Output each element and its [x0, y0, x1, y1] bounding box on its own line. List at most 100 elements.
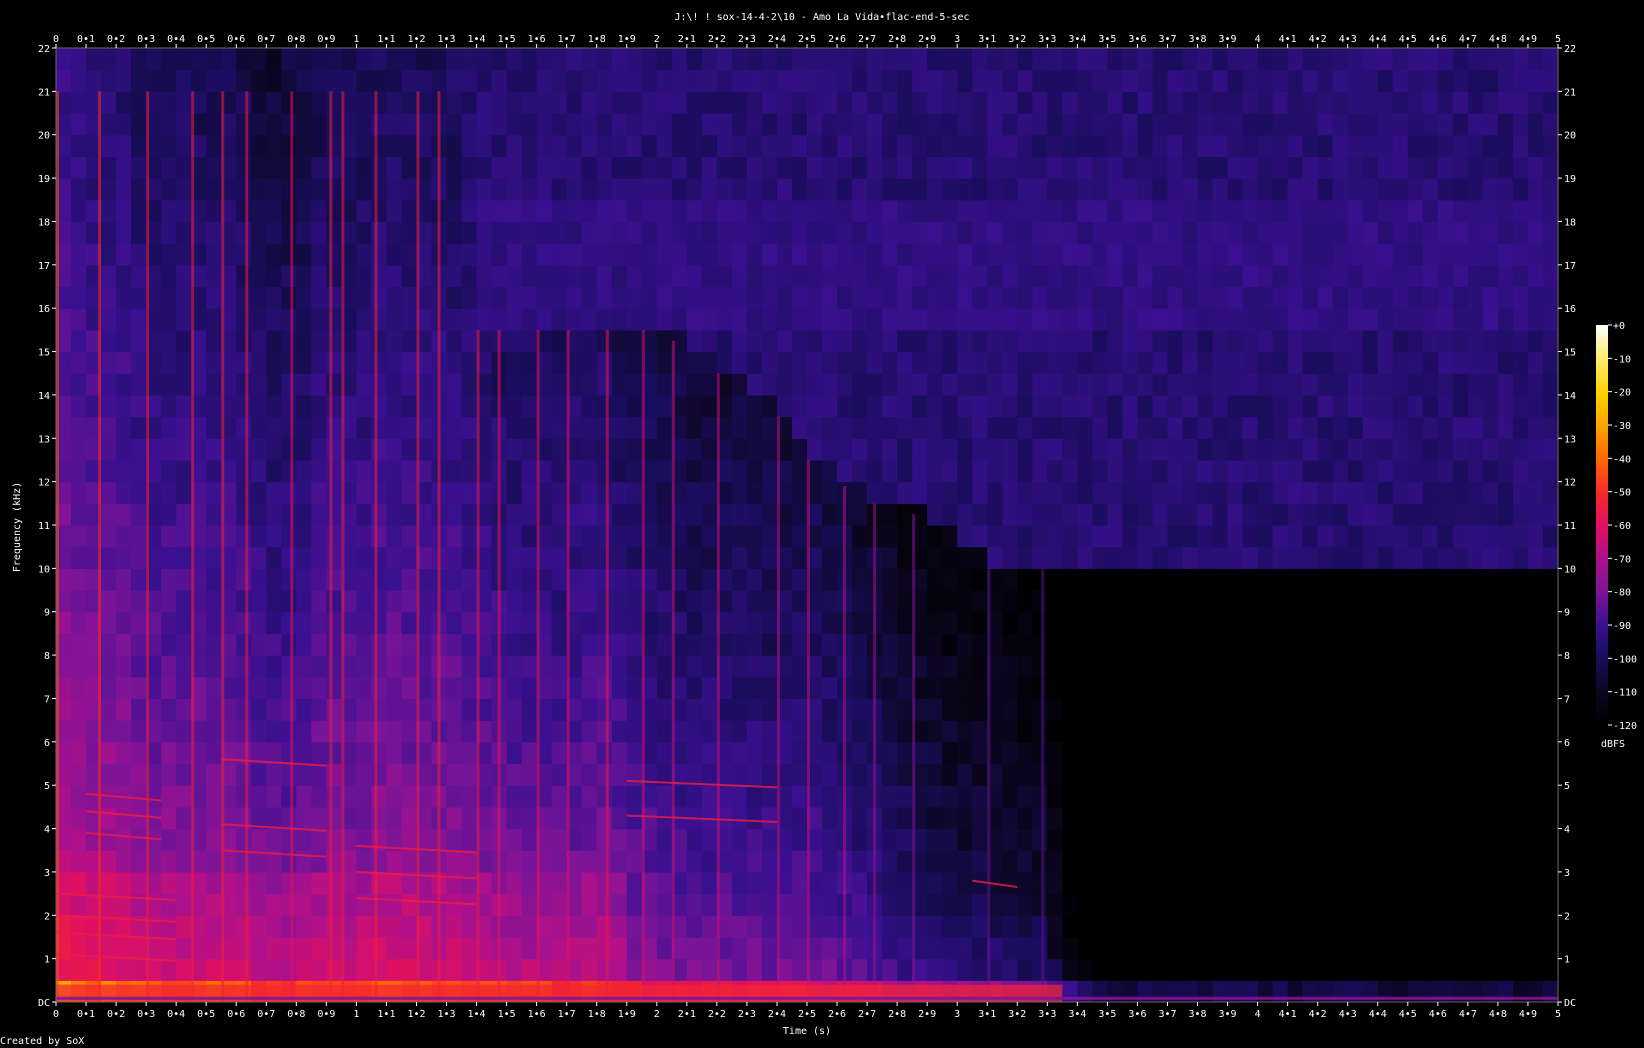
heat-cell: [176, 568, 192, 591]
heat-cell: [581, 69, 598, 92]
heat-cell: [1392, 611, 1409, 635]
heat-cell: [551, 69, 568, 92]
heat-cell: [1317, 741, 1334, 765]
heat-cell: [251, 958, 267, 981]
heat-cell: [897, 394, 913, 418]
heat-cell: [927, 893, 943, 916]
heat-cell: [1122, 741, 1139, 765]
heat-cell: [1347, 525, 1364, 548]
heat-cell: [176, 958, 192, 981]
heat-cell: [116, 178, 132, 201]
heat-cell: [281, 525, 297, 548]
heat-cell: [1422, 741, 1439, 765]
heat-cell: [71, 546, 87, 569]
heat-cell: [356, 264, 373, 288]
heat-cell: [311, 893, 327, 916]
heat-cell: [476, 69, 493, 92]
heat-cell: [1392, 915, 1409, 938]
heat-cell: [972, 655, 988, 678]
heat-cell: [731, 525, 748, 548]
heat-cell: [251, 611, 267, 635]
heat-cell: [581, 286, 598, 309]
heat-cell: [446, 893, 463, 916]
heat-cell: [656, 416, 673, 439]
heat-cell: [1362, 828, 1379, 851]
heat-cell: [1257, 720, 1274, 743]
heat-cell: [1227, 394, 1244, 418]
x-tick-label: 3•6: [1128, 34, 1146, 45]
heat-cell: [581, 785, 598, 808]
heat-cell: [1332, 590, 1349, 613]
heat-cell: [386, 178, 403, 201]
heat-cell: [972, 69, 988, 92]
heat-cell: [927, 806, 943, 830]
heat-cell: [867, 481, 883, 504]
heat-cell: [1542, 915, 1558, 938]
heat-cell: [927, 199, 943, 223]
heat-cell: [822, 221, 838, 244]
heat-cell: [1257, 199, 1274, 223]
heat-cell: [281, 91, 297, 114]
heat-cell: [236, 936, 252, 960]
heat-cell: [1257, 243, 1274, 266]
x-tick-label: 0•6: [227, 1009, 245, 1020]
heat-cell: [746, 720, 763, 743]
heat-cell: [1482, 156, 1499, 179]
heat-cell: [551, 915, 568, 938]
heat-cell: [701, 91, 718, 114]
heat-cell: [161, 936, 177, 960]
heat-cell: [296, 525, 312, 548]
heat-cell: [566, 69, 583, 92]
heat-cell: [86, 48, 102, 71]
heat-cell: [822, 915, 838, 938]
heat-cell: [236, 481, 252, 504]
heat-cell: [1062, 91, 1078, 114]
heat-cell: [311, 481, 327, 504]
heat-cell: [686, 741, 703, 765]
heat-cell: [1257, 590, 1274, 613]
heat-cell: [101, 698, 117, 721]
heat-cell: [1032, 785, 1048, 808]
heat-cell: [1152, 785, 1169, 808]
y-tick-label: 6: [1564, 738, 1570, 749]
heat-cell: [1467, 958, 1484, 981]
heat-cell: [1392, 503, 1409, 526]
heat-cell: [266, 286, 282, 309]
heat-cell: [822, 156, 838, 179]
heat-cell: [987, 546, 1003, 569]
heat-cell: [1482, 828, 1499, 851]
heat-cell: [266, 134, 282, 158]
heat-cell: [957, 351, 973, 374]
heat-cell: [1527, 178, 1544, 201]
heat-cell: [626, 308, 643, 331]
heat-cell: [611, 69, 628, 92]
heat-cell: [822, 698, 838, 721]
heat-cell: [551, 286, 568, 309]
x-tick-label: 0•8: [287, 1009, 305, 1020]
heat-cell: [491, 156, 508, 179]
heat-cell: [1392, 568, 1409, 591]
heat-cell: [1242, 850, 1259, 873]
heat-cell: [867, 91, 883, 114]
heat-cell: [1032, 113, 1048, 136]
heat-cell: [1482, 134, 1499, 158]
heat-cell: [822, 568, 838, 591]
heat-cell: [461, 308, 478, 331]
heat-cell: [566, 113, 583, 136]
heat-cell: [686, 525, 703, 548]
heat-cell: [206, 850, 222, 873]
heat-cell: [852, 698, 868, 721]
heat-cell: [1257, 308, 1274, 331]
heat-cell: [476, 156, 493, 179]
heat-cell: [551, 698, 568, 721]
heat-cell: [506, 893, 523, 916]
heat-cell: [626, 351, 643, 374]
heat-cell: [1527, 871, 1544, 895]
heat-cell: [266, 633, 282, 656]
heat-cell: [1392, 806, 1409, 830]
heat-cell: [1287, 871, 1304, 895]
heat-cell: [161, 503, 177, 526]
heat-cell: [1527, 221, 1544, 244]
heat-cell: [116, 611, 132, 635]
heat-cell: [837, 134, 853, 158]
